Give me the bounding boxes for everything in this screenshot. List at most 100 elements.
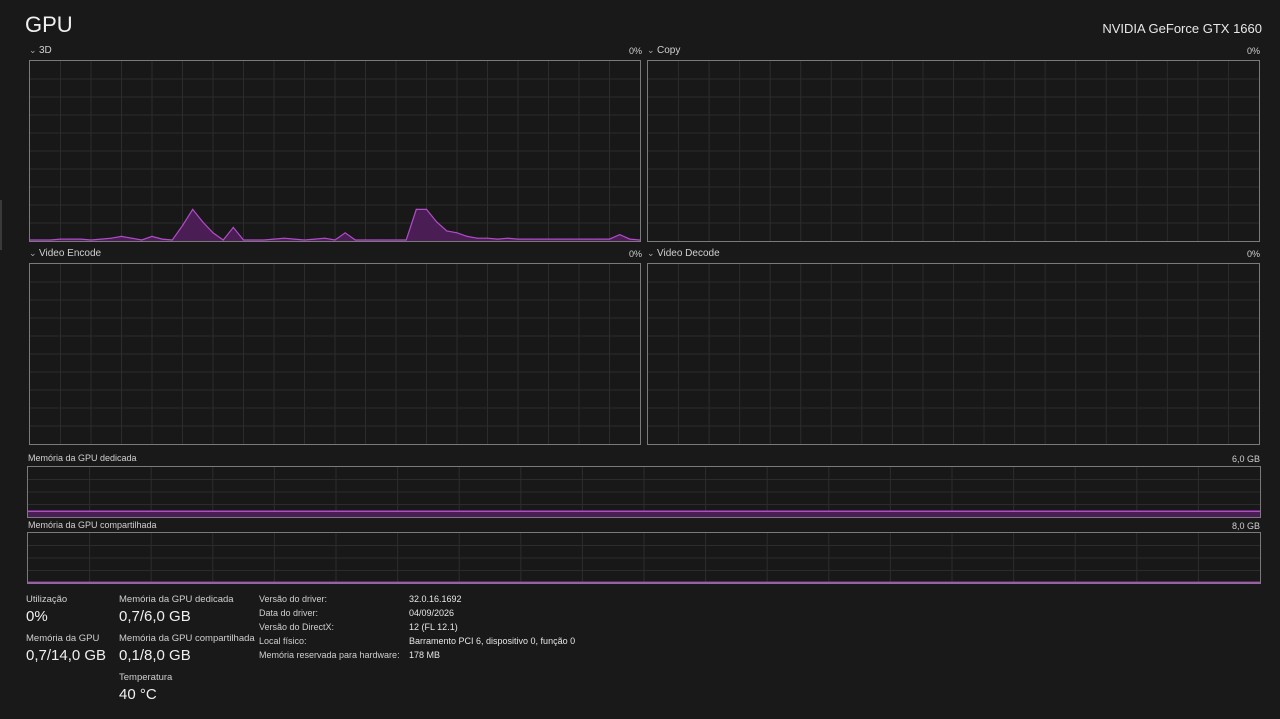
usage-point: [59, 238, 62, 240]
shared-memory-graph-max: 8,0 GB: [1231, 521, 1260, 531]
usage-point: [151, 235, 153, 237]
usage-point: [80, 238, 82, 240]
engine-label: Video Encode: [39, 248, 102, 259]
usage-point: [446, 230, 448, 232]
usage-point: [425, 208, 428, 210]
left-edge-marker: [0, 200, 2, 250]
shared-memory-label: Memória da GPU compartilhada: [119, 633, 255, 644]
usage-point: [507, 237, 509, 239]
directx-version-label: Versão do DirectX:: [259, 622, 335, 632]
temperature-label: Temperatura: [119, 672, 173, 683]
device-name: NVIDIA GeForce GTX 1660: [1102, 21, 1262, 36]
chevron-down-icon: ⌄: [647, 45, 655, 55]
usage-point: [344, 232, 346, 234]
usage-point: [395, 239, 397, 241]
usage-point: [283, 237, 285, 239]
usage-point: [547, 238, 550, 240]
usage-point: [324, 237, 326, 239]
engine-value: 0%: [1246, 46, 1260, 56]
usage-point: [537, 238, 539, 240]
memory-usage-fill: [28, 511, 1260, 517]
usage-point: [293, 238, 295, 240]
shared-memory-graph-label: Memória da GPU compartilhada: [28, 520, 157, 530]
gpu-memory-value: 0,7/14,0 GB: [26, 647, 107, 664]
engine-value: 0%: [628, 249, 642, 259]
usage-point: [476, 237, 478, 239]
engine-value: 0%: [1246, 249, 1260, 259]
usage-point: [364, 239, 367, 241]
page-title: GPU: [25, 12, 73, 37]
usage-point: [608, 238, 611, 240]
usage-point: [466, 235, 468, 237]
gpu-memory-label: Memória da GPU: [26, 633, 100, 644]
shared-memory-graph: [27, 532, 1261, 584]
temperature-value: 40 °C: [119, 686, 157, 703]
physical-location-value: Barramento PCI 6, dispositivo 0, função …: [409, 636, 576, 646]
driver-version-value: 32.0.16.1692: [409, 594, 462, 604]
chevron-down-icon: ⌄: [29, 45, 37, 55]
engine-selector-copy[interactable]: ⌄ Copy: [647, 45, 680, 56]
engine-label: Copy: [657, 45, 681, 56]
usage-point: [212, 232, 214, 234]
usage-point: [598, 238, 600, 240]
memory-graph-canvas: [28, 467, 1260, 517]
engine-graph-copy: [647, 60, 1260, 242]
engine-value: 0%: [628, 46, 642, 56]
usage-point: [202, 221, 204, 223]
usage-point: [354, 239, 356, 241]
engine-graph-3d: [29, 60, 641, 242]
usage-point: [303, 239, 306, 241]
engine-label: 3D: [39, 45, 52, 56]
usage-point: [131, 237, 133, 239]
usage-point: [39, 239, 41, 241]
grid-lines: [648, 61, 1259, 241]
engine-graph-canvas: [30, 61, 640, 241]
driver-date-label: Data do driver:: [259, 608, 319, 618]
usage-point: [314, 238, 316, 240]
usage-point: [527, 238, 529, 240]
usage-point: [232, 226, 234, 228]
usage-point: [161, 238, 163, 240]
usage-point: [385, 239, 387, 241]
utilization-value: 0%: [26, 608, 48, 625]
grid-lines: [648, 264, 1259, 444]
engine-graph-canvas: [648, 61, 1259, 241]
usage-point: [456, 232, 458, 234]
engine-graph-canvas: [30, 264, 640, 444]
usage-point: [415, 208, 417, 210]
usage-point: [568, 238, 570, 240]
grid-lines: [30, 264, 640, 444]
hardware-reserved-memory-value: 178 MB: [409, 650, 441, 660]
usage-point: [558, 238, 560, 240]
engine-selector-video-encode[interactable]: ⌄ Video Encode: [29, 248, 101, 259]
usage-point: [486, 237, 489, 239]
utilization-label: Utilização: [26, 594, 68, 605]
usage-point: [578, 238, 580, 240]
usage-point: [70, 238, 72, 240]
usage-point: [619, 234, 621, 236]
usage-point: [110, 237, 112, 239]
usage-point: [181, 225, 184, 227]
usage-point: [120, 235, 123, 237]
driver-date-value: 04/09/2026: [409, 608, 455, 618]
engine-label: Video Decode: [657, 248, 720, 259]
usage-point: [49, 239, 51, 241]
usage-point: [497, 238, 499, 240]
usage-point: [629, 238, 631, 240]
dedicated-memory-graph-max: 6,0 GB: [1231, 454, 1260, 464]
chevron-down-icon: ⌄: [29, 248, 37, 258]
dedicated-memory-value: 0,7/6,0 GB: [119, 608, 191, 625]
engine-graph-canvas: [648, 264, 1259, 444]
shared-memory-value: 0,1/8,0 GB: [119, 647, 191, 664]
usage-point: [222, 239, 224, 241]
usage-point: [141, 239, 143, 241]
engine-selector-3d[interactable]: ⌄ 3D: [29, 45, 52, 56]
memory-graph-canvas: [28, 533, 1260, 583]
engine-selector-video-decode[interactable]: ⌄ Video Decode: [647, 248, 720, 259]
dedicated-memory-graph: [27, 466, 1261, 518]
usage-point: [90, 239, 92, 241]
usage-point: [242, 239, 245, 241]
grid-lines: [28, 467, 1260, 517]
chevron-down-icon: ⌄: [647, 248, 655, 258]
usage-point: [273, 238, 275, 240]
